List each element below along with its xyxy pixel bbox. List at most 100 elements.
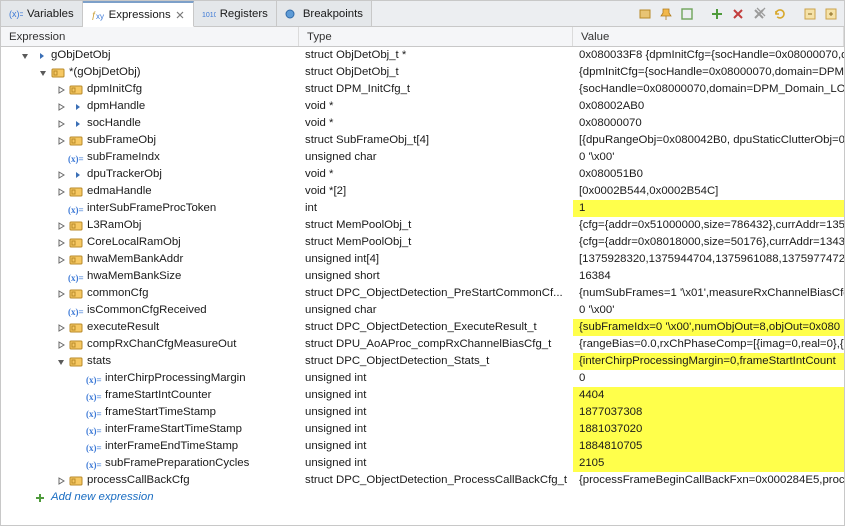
tab-breakpoints[interactable]: Breakpoints <box>277 1 372 26</box>
expand-toggle[interactable] <box>55 254 67 266</box>
expression-row[interactable]: (x)= subFramePreparationCycles unsigned … <box>1 455 844 472</box>
struct-icon <box>68 253 84 267</box>
expression-name[interactable]: Add new expression <box>51 489 154 506</box>
expression-row[interactable]: L3RamObj struct MemPoolObj_t {cfg={addr=… <box>1 217 844 234</box>
expression-row[interactable]: dpmInitCfg struct DPM_InitCfg_t {socHand… <box>1 81 844 98</box>
expression-row[interactable]: socHandle void * 0x08000070 <box>1 115 844 132</box>
expression-name: commonCfg <box>87 285 148 302</box>
expand-toggle[interactable] <box>55 84 67 96</box>
expression-row[interactable]: compRxChanCfgMeasureOut struct DPU_AoAPr… <box>1 336 844 353</box>
show-type-names-button[interactable] <box>636 5 654 23</box>
tab-variables[interactable]: (x)= Variables <box>1 1 83 26</box>
tab-registers[interactable]: 1010 Registers <box>194 1 277 26</box>
var-icon: (x)= <box>86 372 102 386</box>
row-icon <box>32 491 48 505</box>
close-icon[interactable] <box>175 10 185 20</box>
expression-name: stats <box>87 353 111 370</box>
expression-row[interactable]: CoreLocalRamObj struct MemPoolObj_t {cfg… <box>1 234 844 251</box>
expression-type: unsigned int <box>299 438 573 455</box>
expression-type: void * <box>299 166 573 183</box>
expression-name: processCallBackCfg <box>87 472 190 489</box>
expand-toggle[interactable] <box>55 356 67 368</box>
expression-row[interactable]: (x)= interFrameStartTimeStamp unsigned i… <box>1 421 844 438</box>
expression-row[interactable]: dpuTrackerObj void * 0x080051B0 <box>1 166 844 183</box>
expression-row[interactable]: (x)= frameStartIntCounter unsigned int 4… <box>1 387 844 404</box>
expression-type: struct DPC_ObjectDetection_ProcessCallBa… <box>299 472 573 489</box>
expand-toggle[interactable] <box>55 339 67 351</box>
expression-row[interactable]: hwaMemBankAddr unsigned int[4] [13759283… <box>1 251 844 268</box>
expression-row[interactable]: (x)= interSubFrameProcToken int 1 <box>1 200 844 217</box>
expression-row[interactable]: (x)= isCommonCfgReceived unsigned char 0… <box>1 302 844 319</box>
collapse-all-button[interactable] <box>801 5 819 23</box>
add-button[interactable] <box>708 5 726 23</box>
expand-toggle[interactable] <box>55 118 67 130</box>
expression-type: unsigned int <box>299 370 573 387</box>
expand-all-button[interactable] <box>822 5 840 23</box>
tab-label: Breakpoints <box>303 8 363 20</box>
expand-toggle[interactable] <box>55 169 67 181</box>
expression-value: 0 '\x00' <box>573 302 844 319</box>
expression-value: 1877037308 <box>573 404 844 421</box>
var-icon: (x)= <box>68 151 84 165</box>
expression-type: struct DPC_ObjectDetection_ExecuteResult… <box>299 319 573 336</box>
expand-toggle[interactable] <box>19 50 31 62</box>
expression-value: 1881037020 <box>573 421 844 438</box>
expression-name: dpmHandle <box>87 98 145 115</box>
svg-text:(x)=: (x)= <box>86 443 102 453</box>
expression-type <box>299 489 573 506</box>
expression-row[interactable]: *(gObjDetObj) struct ObjDetObj_t {dpmIni… <box>1 64 844 81</box>
expressions-grid[interactable]: gObjDetObj struct ObjDetObj_t * 0x080033… <box>1 47 844 525</box>
expression-name: dpmInitCfg <box>87 81 142 98</box>
struct-icon <box>68 83 84 97</box>
add-expression-row[interactable]: Add new expression <box>1 489 844 506</box>
expression-row[interactable]: (x)= hwaMemBankSize unsigned short 16384 <box>1 268 844 285</box>
expand-toggle[interactable] <box>55 475 67 487</box>
expand-toggle[interactable] <box>55 322 67 334</box>
remove-all-button[interactable] <box>750 5 768 23</box>
expression-value: 1884810705 <box>573 438 844 455</box>
expression-row[interactable]: executeResult struct DPC_ObjectDetection… <box>1 319 844 336</box>
expression-value: 0x080051B0 <box>573 166 844 183</box>
expression-row[interactable]: (x)= interFrameEndTimeStamp unsigned int… <box>1 438 844 455</box>
refresh-button[interactable] <box>771 5 789 23</box>
pin-button[interactable] <box>657 5 675 23</box>
expression-name: hwaMemBankAddr <box>87 251 183 268</box>
new-expression-button[interactable] <box>678 5 696 23</box>
expand-toggle[interactable] <box>55 186 67 198</box>
struct-icon <box>50 66 66 80</box>
expression-name: gObjDetObj <box>51 47 111 64</box>
tab-label: Registers <box>220 8 268 20</box>
var-icon: (x)= <box>68 202 84 216</box>
expression-row[interactable]: subFrameObj struct SubFrameObj_t[4] [{dp… <box>1 132 844 149</box>
expression-type: unsigned int[4] <box>299 251 573 268</box>
header-value[interactable]: Value <box>573 27 844 46</box>
header-expression[interactable]: Expression <box>1 27 299 46</box>
tab-expressions[interactable]: ƒ xy Expressions <box>83 1 194 27</box>
expand-toggle[interactable] <box>55 101 67 113</box>
expression-row[interactable]: stats struct DPC_ObjectDetection_Stats_t… <box>1 353 844 370</box>
remove-button[interactable] <box>729 5 747 23</box>
expression-row[interactable]: (x)= subFrameIndx unsigned char 0 '\x00' <box>1 149 844 166</box>
expand-toggle[interactable] <box>37 67 49 79</box>
expand-toggle[interactable] <box>55 135 67 147</box>
header-type[interactable]: Type <box>299 27 573 46</box>
expression-row[interactable]: processCallBackCfg struct DPC_ObjectDete… <box>1 472 844 489</box>
expand-toggle[interactable] <box>55 220 67 232</box>
expression-row[interactable]: (x)= frameStartTimeStamp unsigned int 18… <box>1 404 844 421</box>
expression-value <box>573 489 844 506</box>
expression-row[interactable]: edmaHandle void *[2] [0x0002B544,0x0002B… <box>1 183 844 200</box>
expand-toggle[interactable] <box>55 288 67 300</box>
expression-type: struct DPC_ObjectDetection_PreStartCommo… <box>299 285 573 302</box>
expression-name: interFrameEndTimeStamp <box>105 438 238 455</box>
expression-row[interactable]: gObjDetObj struct ObjDetObj_t * 0x080033… <box>1 47 844 64</box>
expression-type: unsigned int <box>299 455 573 472</box>
struct-icon <box>68 338 84 352</box>
expression-row[interactable]: commonCfg struct DPC_ObjectDetection_Pre… <box>1 285 844 302</box>
expand-toggle[interactable] <box>55 237 67 249</box>
expression-row[interactable]: (x)= interChirpProcessingMargin unsigned… <box>1 370 844 387</box>
struct-icon <box>68 287 84 301</box>
expression-row[interactable]: dpmHandle void * 0x08002AB0 <box>1 98 844 115</box>
expression-value: [{dpuRangeObj=0x080042B0, dpuStaticClutt… <box>573 132 844 149</box>
expression-type: struct DPU_AoAProc_compRxChannelBiasCfg_… <box>299 336 573 353</box>
expression-type: void *[2] <box>299 183 573 200</box>
